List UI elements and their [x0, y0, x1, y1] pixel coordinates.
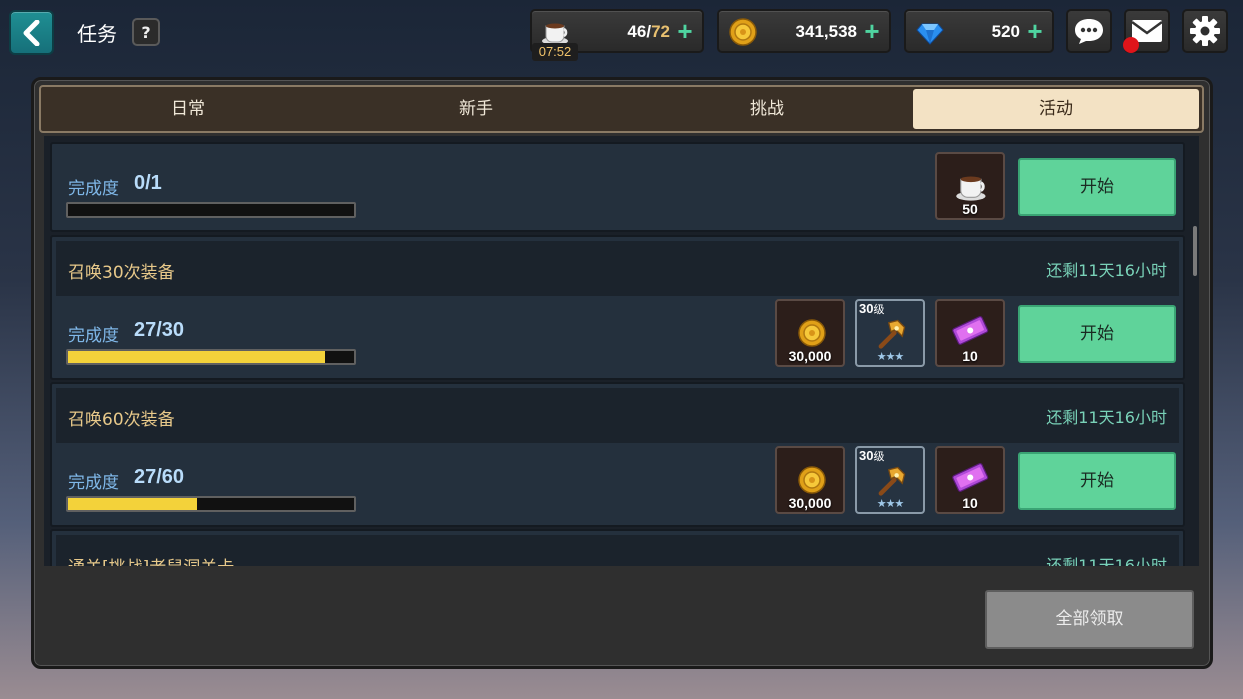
reward-quantity: 30,000 — [788, 348, 832, 364]
task-header: 召唤30次装备 还剩11天16小时 — [56, 241, 1179, 296]
task-header: 通关[挑战]老鼠洞关卡 还剩11天16小时 — [56, 535, 1179, 566]
task-item: 召唤30次装备 还剩11天16小时 完成度 27/30 30,000 30级 ★… — [50, 235, 1185, 380]
task-item: 完成度 0/1 50 开始 — [50, 142, 1185, 232]
tab-event[interactable]: 活动 — [913, 89, 1199, 129]
task-name: 通关[挑战]老鼠洞关卡 — [68, 553, 234, 566]
task-header: 召唤60次装备 还剩11天16小时 — [56, 388, 1179, 443]
hammer-icon — [878, 466, 906, 496]
add-gold-button[interactable]: + — [861, 18, 883, 44]
task-name: 召唤60次装备 — [68, 410, 175, 430]
progress-label: 完成度 — [68, 179, 119, 199]
reward-item[interactable]: 30级 ★★★ — [855, 446, 925, 514]
progress-bar — [66, 349, 356, 365]
stamina-value: 46/72 — [627, 22, 670, 41]
scrollbar-thumb[interactable] — [1193, 226, 1197, 276]
gem-display: 520 + — [904, 9, 1054, 53]
progress-value: 27/30 — [134, 319, 185, 341]
hammer-icon — [878, 319, 906, 349]
progress-bar — [66, 496, 356, 512]
progress-label: 完成度 — [68, 326, 119, 346]
task-name: 召唤30次装备 — [68, 263, 175, 283]
reward-stars: ★★★ — [876, 497, 905, 510]
chevron-left-icon — [23, 19, 39, 46]
claim-all-button[interactable]: 全部领取 — [985, 590, 1194, 649]
back-button[interactable] — [9, 10, 54, 55]
task-item: 召唤60次装备 还剩11天16小时 完成度 27/60 30,000 30级 ★… — [50, 382, 1185, 527]
progress-value: 0/1 — [134, 172, 162, 194]
progress-bar — [66, 202, 356, 218]
reward-quantity: 30,000 — [788, 495, 832, 511]
reward-item[interactable]: 30,000 — [775, 299, 845, 367]
start-button[interactable]: 开始 — [1018, 452, 1176, 510]
coffee-icon — [956, 176, 986, 201]
tab-daily[interactable]: 日常 — [45, 89, 331, 129]
gold-coin-icon — [798, 319, 826, 347]
reward-quantity: 50 — [962, 201, 978, 217]
gold-value: 341,538 — [795, 22, 857, 41]
reward-item[interactable]: 30,000 — [775, 446, 845, 514]
page-title: 任务 — [77, 22, 117, 46]
gold-coin-icon — [729, 18, 757, 46]
help-button[interactable]: ? — [132, 18, 160, 46]
task-list[interactable]: 完成度 0/1 50 开始 召唤30次装备 还剩11天16小时 完成度 27/3… — [44, 136, 1199, 566]
chat-button[interactable] — [1066, 9, 1112, 53]
task-item: 通关[挑战]老鼠洞关卡 还剩11天16小时 — [50, 529, 1185, 566]
tab-beginner[interactable]: 新手 — [333, 89, 619, 129]
add-stamina-button[interactable]: + — [674, 18, 696, 44]
ticket-icon — [952, 463, 989, 492]
tab-challenge[interactable]: 挑战 — [624, 89, 910, 129]
tab-bar: 日常 新手 挑战 活动 — [39, 85, 1204, 133]
reward-item[interactable]: 10 — [935, 446, 1005, 514]
start-button[interactable]: 开始 — [1018, 305, 1176, 363]
start-button[interactable]: 开始 — [1018, 158, 1176, 216]
gem-value: 520 — [991, 22, 1020, 41]
chat-bubble-icon — [1075, 19, 1103, 44]
progress-fill — [68, 351, 326, 363]
time-remaining: 还剩11天16小时 — [1046, 556, 1167, 566]
ticket-icon — [952, 316, 989, 345]
reward-item[interactable]: 30级 ★★★ — [855, 299, 925, 367]
reward-item[interactable]: 10 — [935, 299, 1005, 367]
add-gem-button[interactable]: + — [1024, 18, 1046, 44]
progress-value: 27/60 — [134, 466, 185, 488]
reward-level: 30级 — [859, 448, 885, 463]
time-remaining: 还剩11天16小时 — [1046, 408, 1167, 427]
notification-dot — [1123, 37, 1139, 53]
reward-item[interactable]: 50 — [935, 152, 1005, 220]
progress-label: 完成度 — [68, 473, 119, 493]
gold-coin-icon — [798, 466, 826, 494]
reward-level: 30级 — [859, 301, 885, 316]
reward-quantity: 10 — [962, 495, 978, 511]
time-remaining: 还剩11天16小时 — [1046, 261, 1167, 280]
reward-stars: ★★★ — [876, 350, 905, 363]
diamond-icon — [916, 23, 944, 45]
gear-icon — [1190, 16, 1220, 46]
progress-fill — [68, 498, 197, 510]
settings-button[interactable] — [1182, 9, 1228, 53]
stamina-timer: 07:52 — [532, 43, 578, 61]
gold-display: 341,538 + — [717, 9, 891, 53]
reward-quantity: 10 — [962, 348, 978, 364]
